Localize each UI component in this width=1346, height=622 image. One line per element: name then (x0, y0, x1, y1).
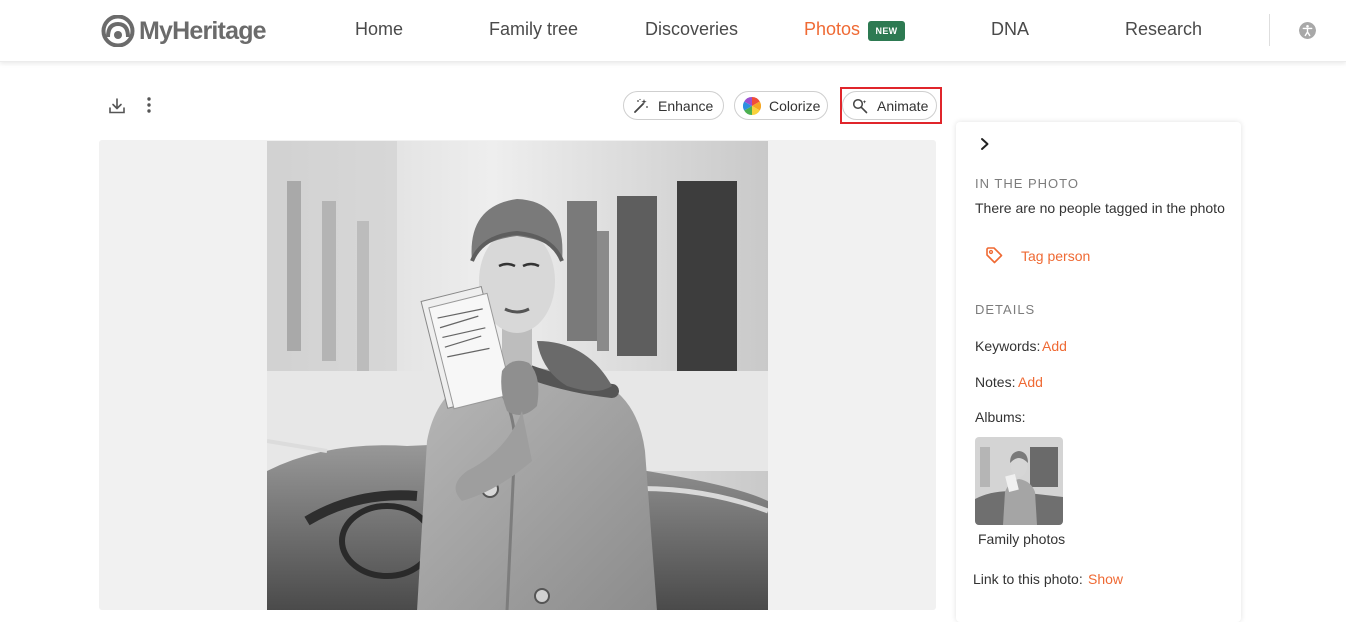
no-people-text: There are no people tagged in the photo (975, 200, 1225, 216)
album-thumbnail[interactable] (975, 437, 1063, 525)
colorize-label: Colorize (769, 97, 821, 114)
top-header: MyHeritage Home Family tree Discoveries … (0, 0, 1346, 62)
nav-discoveries[interactable]: Discoveries (645, 19, 738, 40)
in-photo-title: IN THE PHOTO (975, 176, 1079, 191)
albums-label: Albums: (975, 409, 1026, 425)
photo-info-panel: IN THE PHOTO There are no people tagged … (956, 122, 1241, 622)
tag-icon[interactable] (985, 246, 1003, 264)
keywords-add-link[interactable]: Add (1042, 338, 1067, 354)
animate-highlight-box (840, 87, 942, 124)
enhance-button[interactable]: Enhance (623, 91, 724, 120)
myheritage-logo-icon (101, 15, 135, 47)
brand-name: MyHeritage (139, 16, 267, 45)
album-name[interactable]: Family photos (978, 531, 1065, 547)
enhance-label: Enhance (658, 97, 714, 114)
magic-wand-icon (634, 98, 648, 113)
new-badge: NEW (868, 21, 905, 41)
details-title: DETAILS (975, 302, 1036, 317)
chevron-right-icon[interactable] (978, 136, 992, 152)
color-wheel-icon (743, 96, 761, 115)
notes-label: Notes: (975, 374, 1016, 390)
nav-dna[interactable]: DNA (991, 19, 1029, 40)
link-label: Link to this photo: (973, 571, 1083, 587)
nav-research[interactable]: Research (1125, 19, 1202, 40)
download-icon[interactable] (107, 96, 127, 116)
more-vertical-icon[interactable] (140, 95, 158, 115)
myheritage-logo[interactable]: MyHeritage (100, 15, 267, 47)
nav-photos[interactable]: Photos (804, 19, 860, 40)
nav-home[interactable]: Home (355, 19, 403, 40)
nav-family-tree[interactable]: Family tree (489, 19, 578, 40)
tag-person-link[interactable]: Tag person (1021, 248, 1090, 264)
photo-viewer (99, 140, 936, 610)
nav-divider (1269, 14, 1270, 46)
link-show-link[interactable]: Show (1088, 571, 1123, 587)
notes-add-link[interactable]: Add (1018, 374, 1043, 390)
accessibility-icon[interactable] (1299, 22, 1316, 39)
main-photo[interactable] (267, 141, 768, 610)
keywords-label: Keywords: (975, 338, 1041, 354)
colorize-button[interactable]: Colorize (734, 91, 828, 120)
